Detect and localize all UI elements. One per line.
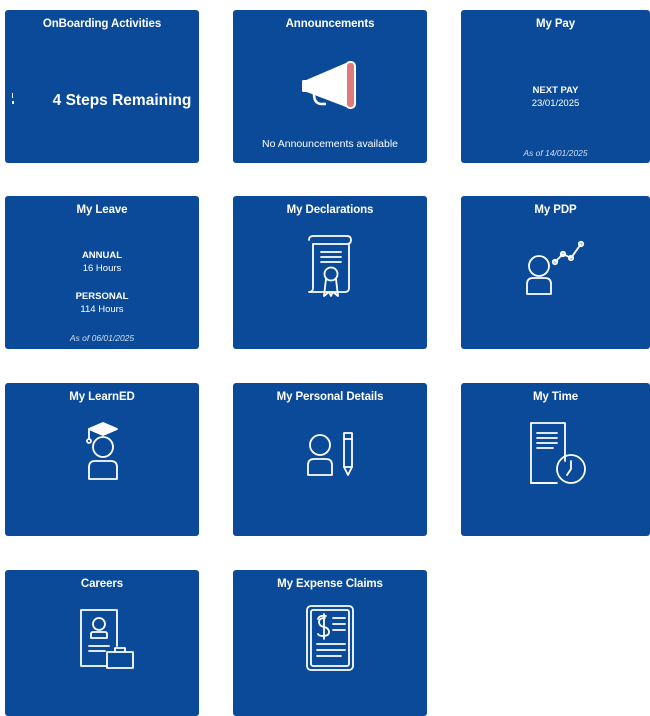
person-growth-icon xyxy=(523,234,589,300)
next-pay-block: NEXT PAY 23/01/2025 xyxy=(461,85,650,109)
tile-title: My PDP xyxy=(534,204,577,216)
tile-title: Announcements xyxy=(285,18,375,30)
tile-title: My Personal Details xyxy=(276,391,384,403)
tile-title: OnBoarding Activities xyxy=(42,18,162,30)
tile-title: Careers xyxy=(80,578,124,590)
tile-my-time[interactable]: My Time xyxy=(461,383,650,536)
progress-marker xyxy=(12,93,14,107)
tile-my-declarations[interactable]: My Declarations xyxy=(233,196,427,349)
annual-value: 16 Hours xyxy=(82,263,122,274)
tile-careers[interactable]: Careers xyxy=(5,570,199,716)
tile-title: My Time xyxy=(532,391,579,403)
steps-remaining: 4 Steps Remaining xyxy=(52,92,192,109)
tile-title: My LearnED xyxy=(69,391,135,403)
graduate-icon xyxy=(81,419,125,483)
tile-my-leave[interactable]: My Leave ANNUAL 16 Hours PERSONAL 114 Ho… xyxy=(5,196,199,349)
announcements-message: No Announcements available xyxy=(261,138,398,150)
resume-briefcase-icon xyxy=(77,606,139,672)
tile-my-pay[interactable]: My Pay NEXT PAY 23/01/2025 As of 14/01/2… xyxy=(461,10,650,163)
annual-label: ANNUAL xyxy=(81,250,123,261)
as-of-date: As of 06/01/2025 xyxy=(69,333,135,343)
expense-receipt-icon xyxy=(305,604,357,672)
tile-onboarding-activities[interactable]: OnBoarding Activities 4 Steps Remaining xyxy=(5,10,199,163)
certificate-scroll-icon xyxy=(301,234,359,300)
annual-leave-block: ANNUAL 16 Hours xyxy=(5,250,199,274)
next-pay-label: NEXT PAY xyxy=(532,85,579,96)
tile-title: My Leave xyxy=(76,204,128,216)
personal-label: PERSONAL xyxy=(75,291,129,302)
tile-title: My Declarations xyxy=(286,204,374,216)
as-of-date: As of 14/01/2025 xyxy=(523,148,588,158)
tile-my-expense-claims[interactable]: My Expense Claims xyxy=(233,570,427,716)
personal-leave-block: PERSONAL 114 Hours xyxy=(5,291,199,315)
document-clock-icon xyxy=(527,421,589,487)
next-pay-date: 23/01/2025 xyxy=(531,98,580,109)
tile-announcements[interactable]: Announcements No Announcements available xyxy=(233,10,427,163)
tile-title: My Expense Claims xyxy=(277,578,383,590)
personal-value: 114 Hours xyxy=(80,304,124,315)
tile-my-pdp[interactable]: My PDP xyxy=(461,196,650,349)
megaphone-icon xyxy=(300,60,362,116)
tile-title: My Pay xyxy=(535,18,576,30)
person-pencil-icon xyxy=(304,429,360,481)
tile-my-personal-details[interactable]: My Personal Details xyxy=(233,383,427,536)
tile-my-learned[interactable]: My LearnED xyxy=(5,383,199,536)
